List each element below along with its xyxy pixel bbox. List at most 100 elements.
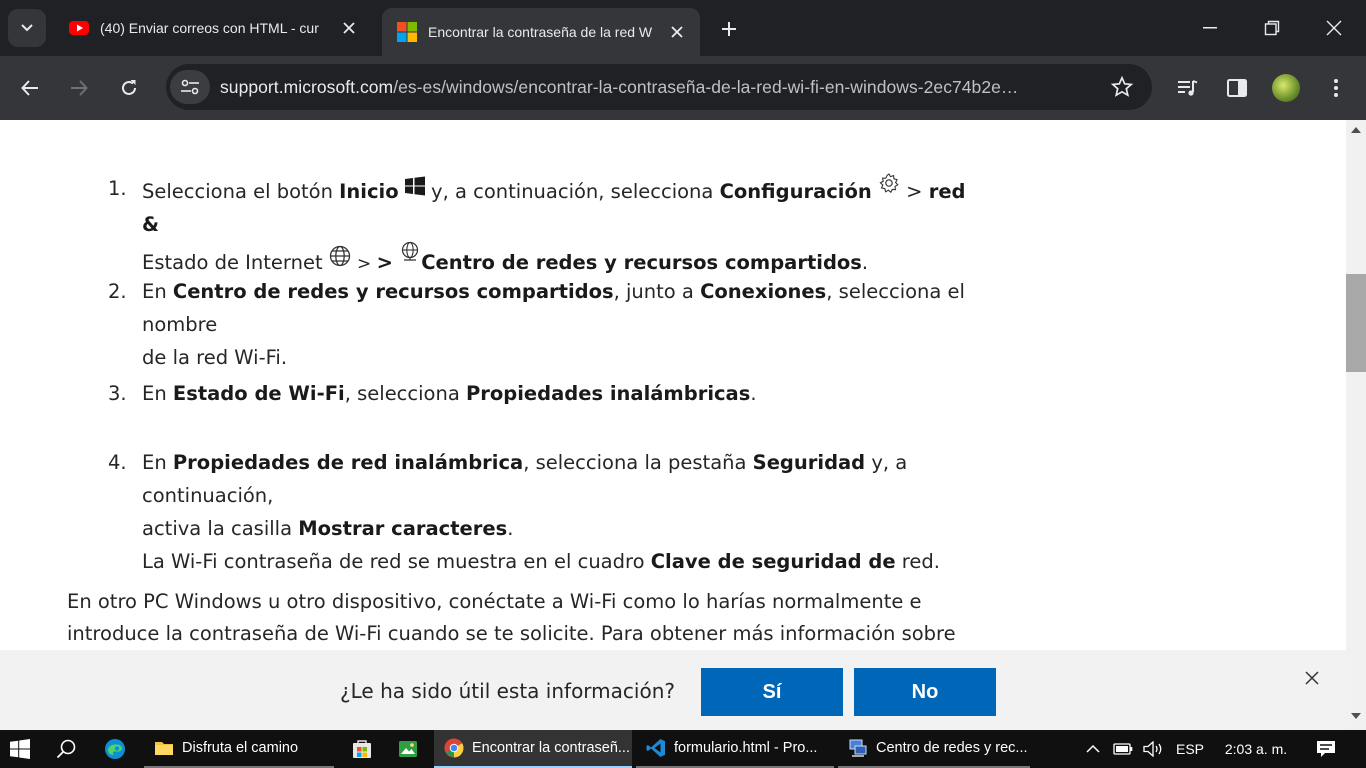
taskbar-app-chrome[interactable]: Encontrar la contraseñ... — [434, 730, 632, 768]
taskbar-app-label: Disfruta el camino — [182, 740, 299, 756]
step-text-fragment: La Wi-Fi contraseña de red se muestra en… — [142, 550, 651, 573]
paragraph-line: En otro PC Windows u otro dispositivo, c… — [67, 590, 922, 613]
step-text-fragment: , selecciona — [344, 382, 466, 405]
clock[interactable]: 2:03 a. m. — [1216, 730, 1296, 768]
forward-button[interactable] — [59, 68, 99, 108]
taskbar-app-explorer[interactable]: Disfruta el camino — [144, 730, 334, 768]
store-taskbar-button[interactable] — [352, 730, 374, 768]
feedback-question: ¿Le ha sido útil esta información? — [340, 679, 675, 703]
step-text-fragment: de la red Wi-Fi. — [142, 346, 288, 369]
gear-icon — [879, 173, 899, 194]
feedback-bar: ¿Le ha sido útil esta información? Sí No — [0, 650, 1346, 730]
restore-icon — [1264, 20, 1280, 36]
avatar — [1272, 74, 1300, 102]
chevron-down-icon — [21, 24, 33, 32]
windows-logo-icon — [10, 739, 30, 759]
side-panel-button[interactable] — [1219, 70, 1255, 106]
step-text-fragment: , junto a — [613, 280, 701, 303]
photos-taskbar-button[interactable] — [398, 730, 420, 768]
step-text: Selecciona el botón Inicio y, a continua… — [142, 172, 982, 281]
reload-icon — [122, 80, 136, 95]
url-text[interactable]: support.microsoft.com/es-es/windows/enco… — [220, 77, 1100, 98]
tab-title: Encontrar la contraseña de la red W — [428, 24, 653, 40]
notifications-button[interactable] — [1312, 730, 1340, 768]
step-number: 4. — [108, 451, 127, 474]
store-icon — [353, 740, 371, 758]
folder-icon — [155, 742, 173, 755]
step-text-fragment: . — [861, 251, 869, 274]
tab-microsoft-support[interactable]: Encontrar la contraseña de la red W — [382, 8, 700, 56]
restore-button[interactable] — [1249, 6, 1295, 50]
ui-term-configuracion: Configuración — [719, 180, 872, 203]
feedback-no-button[interactable]: No — [854, 668, 996, 716]
back-button[interactable] — [10, 68, 50, 108]
language-indicator[interactable]: ESP — [1174, 730, 1206, 768]
page-scrollbar[interactable] — [1346, 120, 1366, 730]
article-content: 1. Selecciona el botón Inicio y, a conti… — [0, 120, 1346, 650]
ui-term-propiedades-inalambricas: Propiedades inalámbricas — [465, 382, 751, 405]
close-window-button[interactable] — [1311, 6, 1357, 50]
step-text: En Centro de redes y recursos compartido… — [142, 275, 982, 374]
bookmark-button[interactable] — [1110, 75, 1134, 99]
taskbar-app-label: formulario.html - Pro... — [674, 740, 818, 756]
reload-button[interactable] — [109, 68, 149, 108]
side-panel-icon — [1227, 79, 1247, 97]
chrome-menu-button[interactable] — [1318, 70, 1354, 106]
step-text-fragment: . — [507, 517, 514, 540]
step-text-fragment: > — [357, 254, 377, 274]
photos-icon — [399, 741, 417, 757]
tab-youtube[interactable]: (40) Enviar correos con HTML - cur — [54, 8, 372, 48]
minimize-button[interactable] — [1187, 6, 1233, 50]
tab-close-button[interactable] — [664, 19, 690, 45]
chrome-icon — [444, 738, 464, 758]
search-icon — [56, 739, 76, 759]
arrow-right-icon — [71, 80, 88, 96]
info-paragraph: En otro PC Windows u otro dispositivo, c… — [67, 586, 967, 650]
feedback-close-button[interactable] — [1300, 666, 1324, 690]
new-tab-button[interactable] — [712, 12, 746, 46]
show-hidden-icons-button[interactable] — [1082, 730, 1104, 768]
feedback-yes-button[interactable]: Sí — [701, 668, 843, 716]
paragraph-line: introduce la contraseña de Wi-Fi cuando … — [67, 622, 956, 645]
taskbar-app-label: Encontrar la contraseñ... — [472, 740, 630, 756]
url-host: support.microsoft.com — [220, 76, 394, 97]
step-text-fragment: Estado de Internet — [142, 251, 323, 274]
taskbar-app-vscode[interactable]: formulario.html - Pro... — [636, 730, 834, 768]
chevron-up-icon — [1086, 744, 1100, 753]
tab-search-button[interactable] — [8, 9, 46, 47]
search-button[interactable] — [56, 730, 80, 768]
notification-icon — [1317, 741, 1335, 757]
microsoft-icon — [397, 22, 417, 42]
edge-icon — [105, 739, 125, 759]
windows-taskbar: Disfruta el camino Encontrar la contrase… — [0, 730, 1366, 768]
start-button[interactable] — [10, 730, 36, 768]
scrollbar-thumb[interactable] — [1346, 274, 1366, 372]
step-text-fragment: . — [750, 382, 757, 405]
scroll-up-arrow-icon[interactable] — [1350, 126, 1362, 134]
ui-term-inicio: Inicio — [339, 180, 399, 203]
network-center-icon — [849, 739, 867, 757]
battery-indicator[interactable] — [1112, 730, 1134, 768]
close-icon — [1305, 671, 1319, 685]
scroll-down-arrow-icon[interactable] — [1350, 712, 1362, 720]
ui-term-clave-seguridad: Clave de seguridad de — [650, 550, 896, 573]
ui-term-conexiones: Conexiones — [700, 280, 827, 303]
step-text-fragment: En — [142, 382, 173, 405]
edge-taskbar-button[interactable] — [104, 730, 130, 768]
windows-logo-icon — [404, 176, 425, 196]
media-controls-button[interactable] — [1170, 70, 1206, 106]
step-text-fragment: En — [142, 451, 173, 474]
step-text-fragment: activa la casilla — [142, 517, 299, 540]
taskbar-app-network-center[interactable]: Centro de redes y rec... — [838, 730, 1030, 768]
ui-term-seguridad: Seguridad — [752, 451, 866, 474]
address-bar[interactable]: support.microsoft.com/es-es/windows/enco… — [166, 64, 1152, 110]
minimize-icon — [1203, 27, 1217, 29]
volume-indicator[interactable] — [1141, 730, 1167, 768]
globe-icon — [329, 245, 350, 267]
site-info-button[interactable] — [170, 70, 210, 104]
youtube-icon — [69, 21, 89, 35]
tab-close-button[interactable] — [336, 15, 362, 41]
battery-icon — [1113, 743, 1133, 755]
profile-button[interactable] — [1268, 70, 1304, 106]
browser-tab-strip: (40) Enviar correos con HTML - cur Encon… — [0, 0, 1366, 56]
